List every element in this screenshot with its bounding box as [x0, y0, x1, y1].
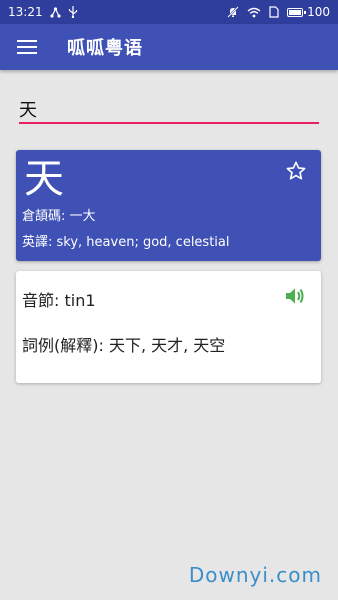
battery-icon [287, 7, 307, 17]
favorite-star-icon[interactable] [285, 160, 307, 182]
pronunciation: 音節: tin1 [22, 291, 96, 310]
wifi-icon [247, 7, 261, 18]
search-underline [19, 122, 319, 124]
status-time: 13:21 [8, 5, 43, 19]
menu-icon[interactable] [17, 36, 37, 58]
word-character: 天 [24, 156, 64, 202]
word-card: 天 倉頡碼: 一大 英譯: sky, heaven; god, celestia… [16, 150, 321, 261]
status-bar: 13:21 100 [0, 0, 338, 24]
search-input[interactable] [19, 94, 319, 123]
cangjie-code: 倉頡碼: 一大 [22, 209, 96, 224]
usb-icon [68, 6, 78, 18]
battery-indicator: 100 [287, 5, 330, 19]
mute-icon [227, 6, 239, 18]
search-field [19, 94, 319, 124]
detail-card: 音節: tin1 詞例(解釋): 天下, 天才, 天空 [16, 271, 321, 383]
battery-level: 100 [307, 5, 330, 19]
share-icon [49, 6, 61, 18]
watermark: Downyi.com [188, 563, 322, 587]
english-translation: 英譯: sky, heaven; god, celestial [22, 235, 230, 250]
word-examples: 詞例(解釋): 天下, 天才, 天空 [22, 336, 226, 355]
speaker-icon[interactable] [285, 287, 307, 307]
app-bar: 呱呱粤语 [0, 24, 338, 70]
app-title: 呱呱粤语 [67, 38, 143, 59]
sim-icon [269, 6, 279, 18]
